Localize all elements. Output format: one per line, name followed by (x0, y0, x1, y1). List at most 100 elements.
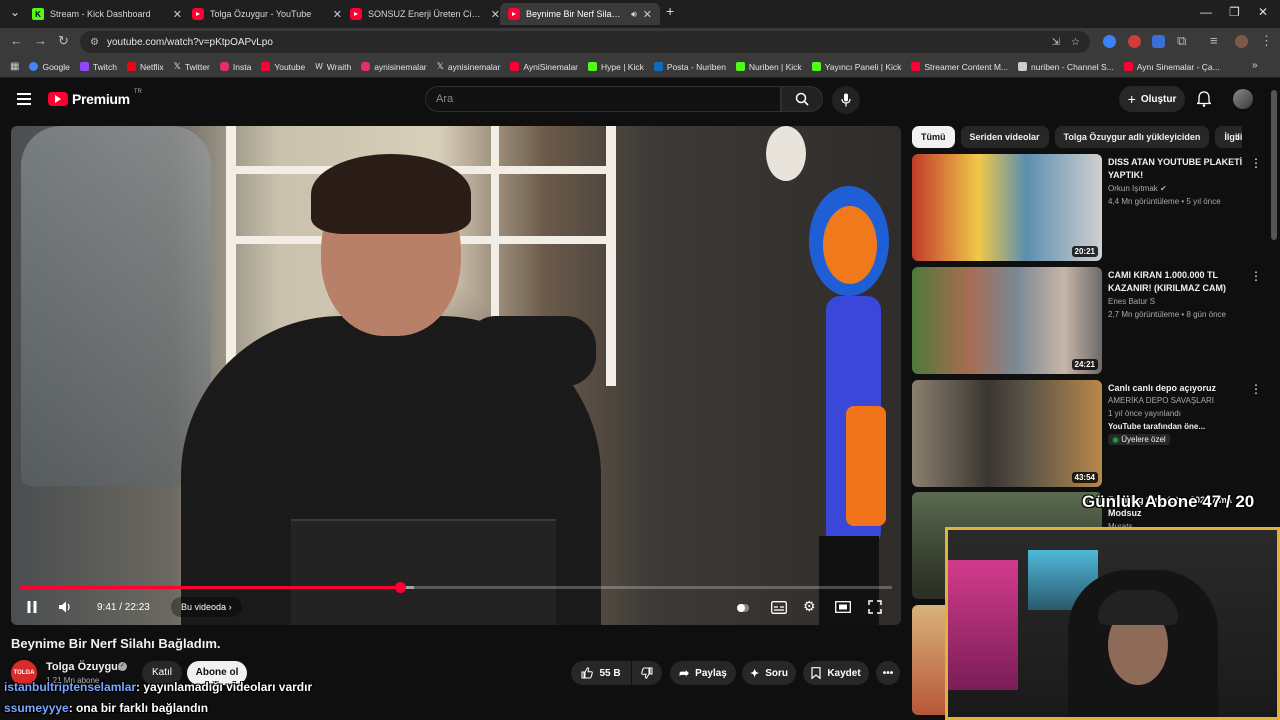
more-vert-icon[interactable]: ⋮ (1250, 269, 1262, 283)
menu-icon[interactable] (17, 93, 31, 105)
more-vert-icon[interactable]: ⋮ (1250, 156, 1262, 170)
dislike-button[interactable] (632, 661, 662, 685)
bookmark[interactable]: Posta - Nuriben (653, 62, 726, 72)
create-button[interactable]: + Oluştur (1119, 86, 1185, 112)
bookmark-star-icon[interactable]: ☆ (1071, 37, 1080, 48)
close-icon[interactable]: ✕ (643, 8, 652, 21)
profile-icon[interactable] (1235, 35, 1248, 48)
install-app-icon[interactable]: ⇲ (1052, 37, 1060, 48)
verified-check-icon: ✔ (1160, 184, 1167, 193)
recommendation-card[interactable]: 20:21 DISS ATAN YOUTUBE PLAKETİ YAPTIK! … (912, 154, 1267, 262)
bookmark[interactable]: Streamer Content M... (911, 62, 1008, 72)
speaker-icon[interactable]: 🔊︎ (631, 9, 637, 20)
bookmark[interactable]: 𝕏aynisinemalar (437, 61, 501, 72)
subtitles-icon[interactable] (771, 601, 787, 614)
ask-button[interactable]: ✦ Soru (742, 661, 796, 685)
minimize-icon[interactable]: — (1200, 5, 1212, 19)
bookmark[interactable]: Nuriben | Kick (735, 62, 802, 72)
chat-message: ssumeyyye: ona bir farklı bağlandın (4, 701, 208, 715)
bookmark[interactable]: Google (29, 62, 70, 72)
bookmark-label: AyniSinemalar (523, 61, 579, 72)
settings-gear-icon[interactable]: ⚙︎ (803, 598, 816, 615)
rec-channel[interactable]: Enes Batur S (1108, 297, 1155, 306)
youtube-logo[interactable]: Premium TR (48, 89, 142, 107)
new-tab-icon[interactable]: + (666, 3, 674, 19)
instagram-icon (361, 62, 371, 71)
autoplay-toggle-icon[interactable] (736, 601, 750, 615)
tab-search-icon[interactable]: ⌄ (10, 5, 20, 19)
page-scrollbar[interactable] (1271, 90, 1277, 240)
bookmark[interactable]: Hype | Kick (588, 62, 644, 72)
rec-title[interactable]: Canlı canlı depo açıyoruz (1108, 382, 1253, 395)
bookmark[interactable]: Youtube (261, 62, 305, 72)
bookmark[interactable]: Netflix (126, 62, 164, 72)
extension-icon[interactable] (1128, 35, 1141, 48)
bookmark[interactable]: AyniSinemalar (510, 62, 578, 72)
share-button[interactable]: ➦ Paylaş (670, 661, 736, 685)
back-icon[interactable]: ← (10, 33, 23, 48)
rec-channel[interactable]: Orkun Işıtmak ✔ (1108, 184, 1167, 193)
chip-all[interactable]: Tümü (912, 126, 955, 148)
close-icon[interactable]: ✕ (333, 8, 342, 21)
bookmark[interactable]: Aynı Sinemalar - Ça... (1123, 62, 1220, 72)
bookmark-label: Youtube (274, 61, 306, 72)
close-icon[interactable]: ✕ (491, 8, 500, 21)
more-actions-button[interactable]: ••• (876, 661, 900, 685)
chip-series[interactable]: Seriden videolar (960, 126, 1049, 148)
progress-bar[interactable] (20, 582, 892, 593)
site-info-icon[interactable]: ⚙︎ (90, 37, 99, 48)
video-player[interactable]: 9:41 / 22:23 Bu videoda › ⚙︎ (11, 126, 901, 625)
thumbnail[interactable]: 24:21 (912, 267, 1102, 374)
close-icon[interactable]: ✕ (173, 8, 182, 21)
voice-search-button[interactable] (832, 86, 860, 114)
theater-mode-icon[interactable] (835, 601, 851, 613)
restore-icon[interactable]: ❐ (1229, 5, 1240, 19)
tab-channel-page[interactable]: Tolga Özuygur - YouTube ✕ (184, 3, 350, 25)
chip-uploader[interactable]: Tolga Özuygur adlı yükleyiciden (1054, 126, 1210, 148)
pause-icon[interactable] (27, 601, 37, 613)
menu-dots-icon[interactable]: ⋮ (1260, 33, 1273, 49)
bookmark[interactable]: W Wraith (315, 62, 351, 72)
tab-active-video[interactable]: Beynime Bir Nerf Silahı Bağ 🔊︎ ✕ (500, 3, 660, 25)
channel-name[interactable]: Tolga Özuygur (46, 661, 122, 673)
rec-channel[interactable]: AMERİKA DEPO SAVAŞLARI (1108, 396, 1214, 405)
reload-icon[interactable]: ↻ (58, 33, 69, 49)
bookmark[interactable]: 𝕏 Twitter (174, 61, 210, 72)
volume-icon[interactable] (59, 601, 73, 613)
notifications-bell-icon[interactable] (1197, 91, 1211, 107)
bookmark[interactable]: Insta (219, 62, 251, 72)
media-control-icon[interactable]: ≡ (1210, 33, 1218, 48)
recommendation-card[interactable]: 24:21 CAMI KIRAN 1.000.000 TL KAZANIR! (… (912, 267, 1267, 375)
thumbnail[interactable] (912, 605, 948, 715)
apps-grid-icon[interactable]: ▦ (10, 61, 19, 72)
tab-kick-dashboard[interactable]: K Stream - Kick Dashboard ✕ (24, 3, 190, 25)
extension-icon[interactable] (1103, 35, 1116, 48)
search-button[interactable] (781, 86, 823, 112)
thumbnail[interactable]: 20:21 (912, 154, 1102, 261)
extensions-puzzle-icon[interactable]: ⧉ (1177, 33, 1186, 49)
chapter-button[interactable]: Bu videoda › (171, 597, 242, 617)
bookmarks-overflow-icon[interactable]: » (1252, 60, 1258, 71)
save-button[interactable]: Kaydet (803, 661, 869, 685)
thumbnail[interactable]: 43:54 (912, 380, 1102, 487)
chapter-label: Bu videoda (181, 602, 227, 612)
rec-title[interactable]: CAMI KIRAN 1.000.000 TL KAZANIR! (KIRILM… (1108, 269, 1253, 295)
window-close-icon[interactable]: ✕ (1258, 5, 1268, 19)
address-bar[interactable]: ⚙︎ youtube.com/watch?v=pKtpOAPvLpo ⇲ ☆ (80, 31, 1090, 53)
tab-sonsuz-enerji[interactable]: SONSUZ Enerji Üreten Cihaz Ya ✕ (342, 3, 508, 25)
bookmark[interactable]: Twitch (79, 62, 117, 72)
bookmark[interactable]: Yayıncı Paneli | Kick (811, 62, 901, 72)
like-button[interactable]: 55 B (571, 661, 631, 685)
chevron-right-icon[interactable]: › (1236, 130, 1240, 144)
account-avatar[interactable] (1233, 89, 1253, 109)
search-input[interactable]: Ara (425, 86, 781, 112)
more-vert-icon[interactable]: ⋮ (1250, 382, 1262, 396)
rec-title[interactable]: DISS ATAN YOUTUBE PLAKETİ YAPTIK! (1108, 156, 1253, 182)
bookmark[interactable]: aynisinemalar (361, 62, 427, 72)
recommendation-card[interactable]: 43:54 Canlı canlı depo açıyoruz AMERİKA … (912, 380, 1267, 488)
bookmark[interactable]: nuriben - Channel S... (1018, 62, 1114, 72)
shield-icon[interactable] (1152, 35, 1165, 48)
fullscreen-icon[interactable] (868, 600, 882, 614)
forward-icon[interactable]: → (34, 33, 47, 48)
background-shelf (226, 126, 236, 386)
